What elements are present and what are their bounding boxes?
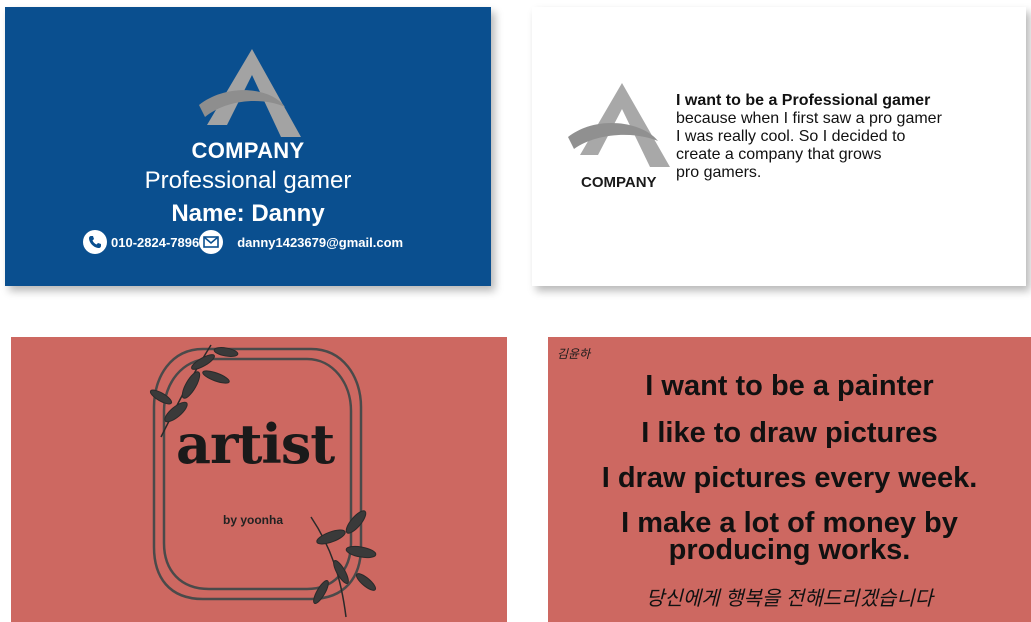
statement-line: create a company that grows	[676, 146, 882, 163]
statement-heading: I want to be a Professional gamer	[676, 92, 931, 109]
artist-title: artist	[176, 412, 335, 476]
signature: 김윤하	[557, 347, 591, 361]
statement-line: I was really cool. So I decided to	[676, 128, 906, 145]
statement-text: I want to be a Professional gamer becaus…	[676, 92, 1016, 182]
business-card-back-white: COMPANY I want to be a Professional game…	[532, 7, 1026, 286]
phone-number: 010-2824-7896	[111, 234, 200, 250]
korean-footer: 당신에게 행복을 전해드리겠습니다	[645, 588, 934, 610]
phone-icon	[83, 230, 107, 254]
statement-line: because when I first saw a pro gamer	[676, 110, 942, 127]
business-card-front-blue: COMPANY Professional gamer Name: Danny 0…	[5, 7, 491, 286]
role-title: Professional gamer	[144, 167, 352, 194]
logo-icon	[568, 83, 670, 167]
oval-frame-icon	[149, 344, 377, 618]
painter-line: I draw pictures every week.	[601, 462, 978, 494]
company-name: COMPANY	[581, 174, 657, 191]
statement-line: pro gamers.	[676, 164, 762, 181]
painter-line: producing works.	[668, 534, 911, 566]
person-name: Name: Danny	[171, 200, 325, 227]
byline: by yoonha	[223, 513, 284, 527]
logo-icon	[199, 49, 301, 137]
painter-line: I want to be a painter	[645, 370, 934, 402]
business-card-painter: 김윤하 I want to be a painter I like to dra…	[548, 337, 1031, 622]
painter-line: I like to draw pictures	[641, 417, 938, 449]
business-card-artist: artist by yoonha	[11, 337, 507, 622]
email-address: danny1423679@gmail.com	[237, 234, 404, 250]
contact-row: 010-2824-7896 danny1423679@gmail.com	[83, 229, 403, 255]
company-name: COMPANY	[191, 138, 305, 163]
leaf-branch-icon	[310, 510, 377, 618]
mail-icon	[199, 230, 224, 254]
